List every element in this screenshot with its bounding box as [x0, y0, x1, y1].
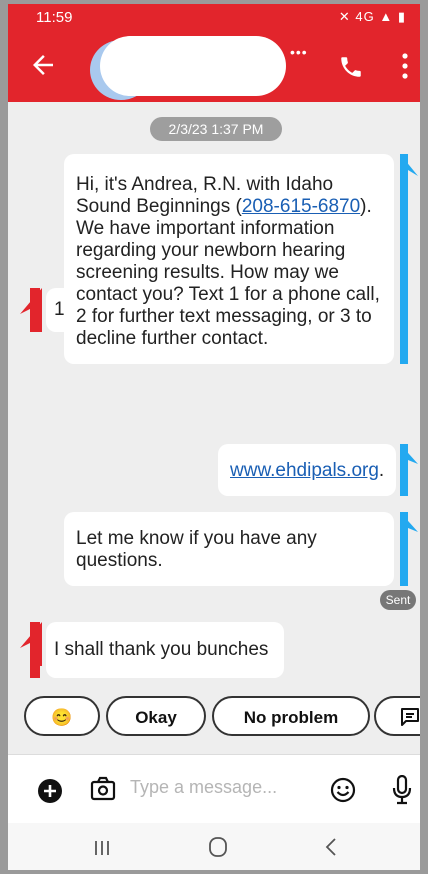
plus-circle-icon[interactable] — [38, 779, 62, 803]
message-text: 1 — [54, 299, 65, 320]
sent-badge: Sent — [380, 590, 416, 610]
message-bubble-incoming[interactable]: I shall thank you bunches — [46, 622, 284, 678]
messaging-screen: 11:59 ✕ 4G ▲ ▮ ••• 2/3/23 1:37 PM Hi, it… — [8, 4, 420, 870]
phone-icon[interactable] — [338, 54, 364, 80]
camera-icon[interactable] — [90, 776, 116, 802]
recent-apps-icon[interactable] — [92, 840, 112, 856]
emoji-icon[interactable] — [330, 777, 356, 803]
outgoing-flag-icon — [400, 444, 418, 484]
back-arrow-icon[interactable] — [28, 50, 58, 80]
quick-reply-okay[interactable]: Okay — [106, 696, 206, 736]
status-icons: ✕ 4G ▲ ▮ — [338, 9, 406, 24]
status-bar: 11:59 ✕ 4G ▲ ▮ — [8, 4, 420, 30]
system-nav-bar — [8, 823, 420, 870]
message-bubble-outgoing[interactable]: Hi, it's Andrea, R.N. with Idaho Sound B… — [64, 154, 394, 364]
message-input[interactable]: Type a message... — [130, 777, 277, 798]
composer: Type a message... — [8, 755, 420, 823]
back-nav-icon[interactable] — [324, 837, 338, 857]
more-vert-icon[interactable] — [402, 52, 408, 80]
message-bubble-incoming[interactable]: 1 — [46, 288, 76, 332]
app-bar: ••• — [8, 30, 420, 102]
home-icon[interactable] — [208, 836, 228, 858]
message-bubble-outgoing[interactable]: Let me know if you have any questions. — [64, 512, 394, 586]
date-pill: 2/3/23 1:37 PM — [150, 117, 282, 141]
website-link[interactable]: www.ehdipals.org — [230, 460, 379, 481]
incoming-flag-icon — [20, 288, 42, 332]
mic-icon[interactable] — [392, 775, 412, 805]
quick-reply-more[interactable] — [374, 696, 420, 736]
more-dots-icon: ••• — [290, 44, 308, 60]
status-time: 11:59 — [36, 9, 73, 26]
message-icon — [401, 708, 419, 727]
contact-name-redaction — [100, 36, 286, 96]
outgoing-flag-icon — [400, 512, 418, 552]
quick-reply-no-problem[interactable]: No problem — [212, 696, 370, 736]
outgoing-flag-icon — [400, 154, 418, 196]
message-text: Let me know if you have any questions. — [76, 528, 317, 571]
message-bubble-outgoing[interactable]: www.ehdipals.org. — [218, 444, 396, 496]
quick-reply-emoji[interactable]: 😊 — [24, 696, 100, 736]
contact-avatar-redacted[interactable] — [90, 36, 286, 100]
message-text: www.ehdipals.org. — [230, 460, 385, 481]
message-text: I shall thank you bunches — [54, 639, 269, 660]
message-text: Hi, it's Andrea, R.N. with Idaho Sound B… — [76, 174, 380, 349]
phone-link[interactable]: 208-615-6870 — [242, 196, 360, 217]
incoming-flag-icon — [20, 622, 42, 666]
